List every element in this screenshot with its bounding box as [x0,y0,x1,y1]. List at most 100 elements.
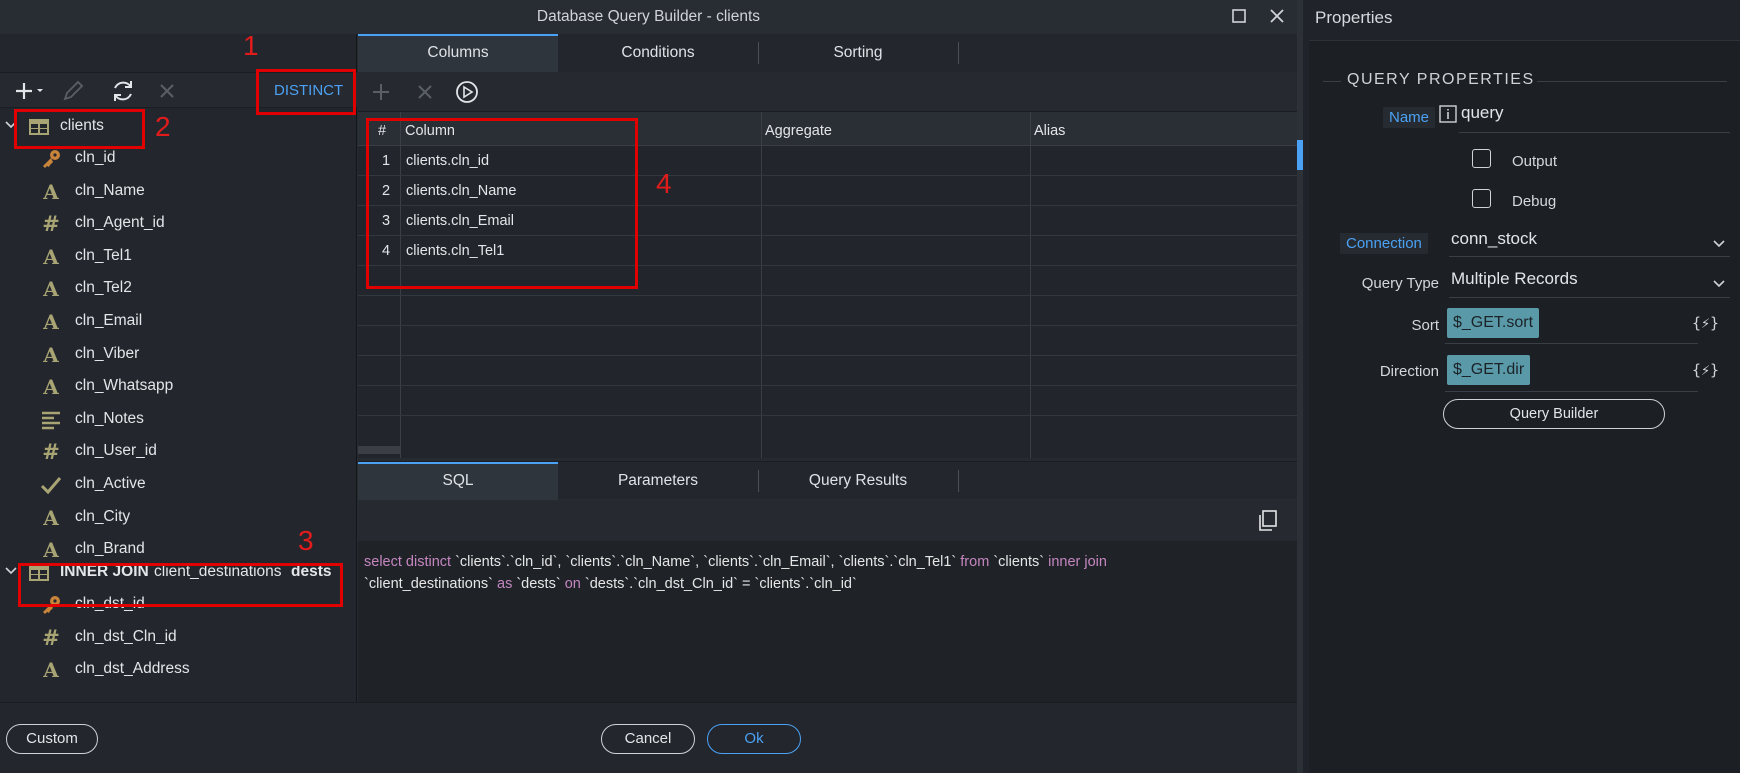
direction-input[interactable]: $_GET.dir [1447,355,1531,385]
chevron-down-icon[interactable] [1712,277,1726,291]
input-underline [1449,297,1730,298]
annotation-number-3: 3 [298,525,314,556]
section-rule [1323,81,1341,82]
text-field-icon: A [43,342,59,367]
properties-title: Properties [1315,8,1393,27]
text-field-icon: A [43,375,59,400]
horizontal-scrollbar[interactable] [358,446,400,454]
sql-keyword: from [960,554,994,570]
annotation-number-1: 1 [243,30,259,61]
query-type-select[interactable]: Multiple Records [1451,269,1578,289]
plus-dropdown-icon [16,83,43,99]
cancel-button[interactable]: Cancel [601,724,695,754]
refresh-button[interactable] [110,78,136,104]
tab-query-results[interactable]: Query Results [758,462,958,500]
dynamic-data-sort-icon[interactable]: {⚡} [1692,314,1719,332]
scrollbar-thumb[interactable] [1297,140,1303,170]
text-field-icon: A [43,310,59,334]
sort-input[interactable]: $_GET.sort [1447,308,1540,338]
debug-checkbox[interactable] [1472,189,1491,208]
chevron-down-icon[interactable] [4,564,18,578]
tab-parameters[interactable]: Parameters [558,462,758,500]
number-field-icon: # [42,440,60,465]
input-underline [1459,132,1730,133]
output-label: Output [1512,153,1558,170]
tree-field-item[interactable]: Acln_Name [0,175,357,207]
sql-keyword: inner join [1048,554,1107,570]
chevron-down-icon[interactable] [1712,237,1726,251]
boolean-field-icon [40,474,62,496]
tree-field-item[interactable]: Acln_dst_Address [0,653,357,685]
number-field-icon: # [42,625,60,650]
tab-columns[interactable]: Columns [358,34,558,72]
play-circle-icon [456,81,478,103]
title-bar: Database Query Builder - clients [0,0,1297,34]
empty-row [358,326,1297,356]
custom-button[interactable]: Custom [6,724,98,754]
maximize-button[interactable] [1226,4,1252,30]
sql-keyword: as [497,576,517,592]
tree-field-label: cln_Agent_id [75,214,165,232]
empty-row [358,356,1297,386]
tree-field-item[interactable]: cln_Active [0,468,357,500]
close-button[interactable] [1264,4,1290,30]
tree-field-label: cln_Notes [75,409,144,427]
memo-field-icon [40,409,62,431]
refresh-icon [114,81,132,101]
tree-field-label: cln_Active [75,475,146,492]
output-checkbox[interactable] [1472,149,1491,168]
input-underline [1445,391,1698,392]
tree-field-item[interactable]: # cln_User_id [0,435,357,467]
tree-field-item[interactable]: Acln_Whatsapp [0,370,357,402]
remove-column-button[interactable] [412,79,438,105]
sql-line-2: `client_destinations` as `dests` on `des… [364,573,1291,595]
sql-text: `clients`.`cln_id`, `clients`.`cln_Name`… [455,554,961,570]
sql-preview[interactable]: select distinct `clients`.`cln_id`, `cli… [358,541,1297,702]
tree-field-label: cln_Name [75,181,145,199]
section-rule [1537,81,1727,82]
copy-sql-button[interactable] [1255,508,1281,534]
tab-sorting[interactable]: Sorting [758,34,958,72]
tree-field-item[interactable]: Acln_Email [0,305,357,337]
top-tabs: Columns Conditions Sorting [358,34,1297,72]
close-icon [160,84,174,98]
debug-label: Debug [1512,193,1557,210]
dynamic-data-direction-icon[interactable]: {⚡} [1692,361,1719,379]
annotation-box-distinct [256,69,356,115]
bottom-tabs: SQL Parameters Query Results [358,461,1297,500]
name-input[interactable]: query [1461,103,1504,123]
tree-field-item[interactable]: # cln_dst_Cln_id [0,621,357,653]
close-icon [1270,9,1284,23]
properties-body: QUERY PROPERTIES Name query Output Debug… [1309,40,1740,773]
tree-field-item[interactable]: # cln_Agent_id [0,207,357,239]
edit-button[interactable] [60,78,86,104]
input-underline [1445,343,1698,344]
query-builder-button[interactable]: Query Builder [1443,399,1665,429]
plus-icon [373,84,389,100]
connection-select[interactable]: conn_stock [1451,229,1537,249]
add-column-button[interactable] [368,79,394,105]
tree-field-item[interactable]: Acln_Tel2 [0,272,357,304]
tree-field-label: cln_Brand [75,540,145,558]
delete-button[interactable] [154,78,180,104]
sql-text: `client_destinations` [364,576,497,592]
columns-toolbar [358,72,1297,112]
sort-label: Sort [1411,317,1439,334]
info-icon[interactable] [1439,105,1457,123]
tree-field-label: cln_Email [75,312,143,329]
text-field-icon: A [43,538,59,563]
add-button[interactable] [12,78,43,104]
tab-divider [958,42,959,64]
tree-field-item[interactable]: cln_Notes [0,403,357,435]
tab-conditions[interactable]: Conditions [558,34,758,72]
input-underline [1449,256,1730,257]
annotation-number-2: 2 [155,111,171,142]
ok-button[interactable]: Ok [707,724,801,754]
tree-field-label: cln_Tel2 [75,279,132,297]
tree-field-item[interactable]: Acln_Viber [0,338,357,370]
sql-line-1: select distinct `clients`.`cln_id`, `cli… [364,551,1291,573]
empty-row [358,386,1297,416]
tab-sql[interactable]: SQL [358,462,558,500]
tree-field-item[interactable]: Acln_Tel1 [0,240,357,272]
run-query-button[interactable] [454,79,480,105]
